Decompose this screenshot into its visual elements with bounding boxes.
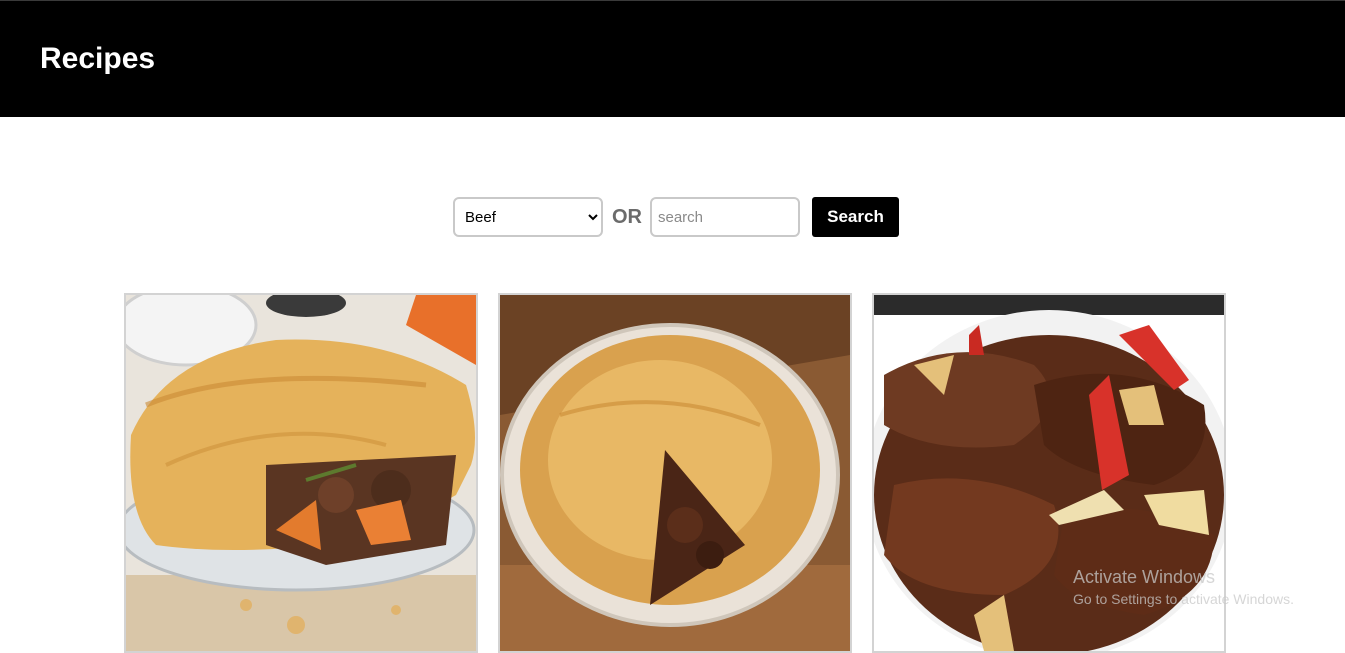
search-button[interactable]: Search: [812, 197, 899, 237]
category-select[interactable]: Beef: [453, 197, 603, 237]
windows-activation-watermark: Activate Windows Go to Settings to activ…: [1073, 566, 1294, 608]
search-bar: Beef OR Search: [453, 197, 899, 237]
search-input[interactable]: [650, 197, 800, 237]
watermark-title: Activate Windows: [1073, 567, 1216, 587]
recipe-card[interactable]: [498, 293, 852, 653]
recipe-image: [500, 295, 850, 651]
page-title: Recipes: [40, 42, 156, 75]
recipe-image: [126, 295, 476, 651]
or-label: OR: [612, 205, 642, 228]
app-header: Recipes: [0, 0, 1345, 117]
recipe-card[interactable]: [124, 293, 478, 653]
watermark-subtitle: Go to Settings to activate Windows.: [1073, 591, 1294, 607]
